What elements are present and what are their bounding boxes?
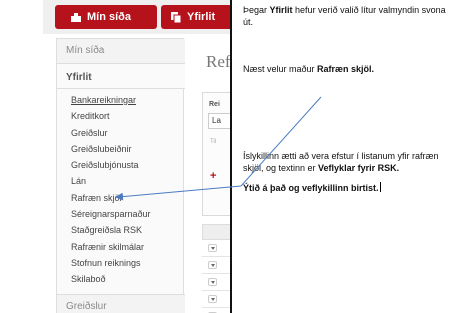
sidebar-item-electronic-documents[interactable]: Rafræn skjöl <box>57 190 185 206</box>
paragraph-4: Ýtið á það og veflykillinn birtist. <box>243 182 448 194</box>
sidebar-list: Bankareikningar Kreditkort Greiðslur Gre… <box>57 92 185 288</box>
chevron-down-icon[interactable] <box>208 244 217 252</box>
p4-bold: Ýtið á það og veflykillinn birtist. <box>243 183 379 193</box>
content-panel: Rei La Til + <box>202 92 230 216</box>
panel-select[interactable]: La <box>208 113 230 129</box>
chevron-down-icon[interactable] <box>208 278 217 286</box>
table-row[interactable] <box>202 291 230 308</box>
p1-bold: Yfirlit <box>269 5 293 15</box>
table-row[interactable] <box>202 308 230 313</box>
table-row[interactable] <box>202 274 230 291</box>
table-row[interactable] <box>202 257 230 274</box>
sidebar-item-payment-requests[interactable]: Greiðslubeiðnir <box>57 141 185 157</box>
table-header <box>202 224 230 240</box>
sidebar-item-payment-service[interactable]: Greiðslubjónusta <box>57 157 185 173</box>
top-bar: Mín síða Yfirlit <box>43 0 230 34</box>
overview-button[interactable]: Yfirlit <box>161 5 230 29</box>
sidebar-item-withholding-rsk[interactable]: Staðgreiðsla RSK <box>57 222 185 238</box>
sidebar-item-messages[interactable]: Skilaboð <box>57 271 185 287</box>
sidebar-item-electronic-terms[interactable]: Rafrænir skilmálar <box>57 239 185 255</box>
user-icon <box>71 12 81 22</box>
text-cursor <box>379 182 381 192</box>
overview-label: Yfirlit <box>187 11 216 23</box>
sidebar-item-payments[interactable]: Greiðslur <box>57 125 185 141</box>
sidebar: Mín síða Yfirlit Bankareikningar Kreditk… <box>56 38 185 313</box>
p3-bold: Veflyklar fyrir RSK. <box>318 163 400 173</box>
page-title: Ref <box>206 52 231 71</box>
table-row[interactable] <box>202 240 230 257</box>
sidebar-item-bank-accounts[interactable]: Bankareikningar <box>57 92 185 108</box>
chevron-down-icon[interactable] <box>208 295 217 303</box>
sidebar-item-private-pension[interactable]: Séreignarsparnaður <box>57 206 185 222</box>
paragraph-2: Næst velur maður Rafræn skjöl. <box>243 63 448 75</box>
panel-hint: Til <box>210 139 217 145</box>
p1-text: Þegar <box>243 5 270 15</box>
paragraph-3: Ísl​ykillinn ætti að vera efstur í lista… <box>243 150 448 174</box>
document-table <box>202 224 230 313</box>
my-page-button[interactable]: Mín síða <box>55 5 157 29</box>
sidebar-payments-section[interactable]: Greiðslur <box>57 294 185 313</box>
p2-bold: Rafræn skjöl. <box>317 64 375 74</box>
chevron-down-icon[interactable] <box>208 261 217 269</box>
paragraph-1: Þegar Yfirlit hefur verið valið lítur va… <box>243 4 448 28</box>
sidebar-item-loans[interactable]: Lán <box>57 173 185 189</box>
p2-text: Næst velur maður <box>243 64 318 74</box>
sidebar-overview[interactable]: Yfirlit <box>57 64 185 89</box>
documents-icon <box>171 11 182 23</box>
screenshot-panel: Mín síða Yfirlit Mín síða Yfirlit Bankar… <box>43 0 232 313</box>
my-page-label: Mín síða <box>87 11 132 23</box>
panel-label: Rei <box>209 101 220 108</box>
add-button[interactable]: + <box>210 170 216 182</box>
sidebar-my-page[interactable]: Mín síða <box>57 39 185 64</box>
sidebar-item-credit-cards[interactable]: Kreditkort <box>57 108 185 124</box>
sidebar-item-open-account[interactable]: Stofnun reiknings <box>57 255 185 271</box>
